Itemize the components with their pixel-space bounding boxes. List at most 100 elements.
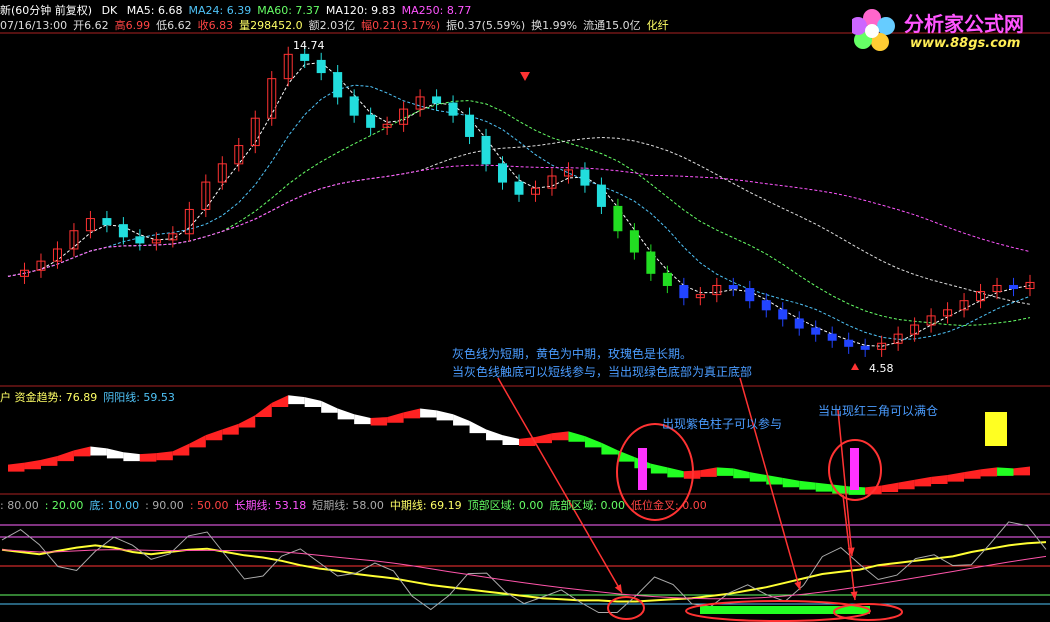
candle-body-30 [498,163,508,183]
quote-field-3: 低6.62 [156,19,192,32]
trend-segment-59 [980,467,998,477]
logo-name: 分析家公式网 [904,12,1024,36]
annotation-note-1: 灰色线为短期，黄色为中期，玫瑰色是长期。 [452,347,693,361]
trend-segment-47 [782,477,800,488]
candle-body-8 [135,236,145,244]
candle-body-61 [1009,284,1019,290]
trend-segment-13 [222,423,239,435]
fund-trend-field-1: 阴阳线: 59.53 [103,391,175,404]
trend-segment-11 [189,435,206,448]
trend-segment-30 [502,435,519,446]
trend-segment-58 [964,469,981,479]
trend-segment-48 [799,480,816,490]
candle-body-6 [102,218,112,226]
oscillator-field-5: 长期线: 53.18 [234,499,307,512]
trend-segment-3 [57,450,74,462]
oscillator-field-0: : 80.00 [0,499,39,512]
trend-segment-57 [947,472,965,482]
trend-segment-7 [123,452,140,462]
ma-line-3 [7,136,1031,305]
candle-body-47 [778,309,788,320]
low-price-label: 4.58 [869,362,894,375]
trend-segment-25 [420,408,437,418]
quote-field-1: 开6.62 [73,19,109,32]
short-term-line [1,521,1047,613]
ma-label-1: MA24: 6.39 [188,4,252,17]
trend-segment-9 [156,451,173,461]
annotation-note-4: 当出现红三角可以满仓 [818,404,939,418]
candle-body-51 [844,339,854,347]
candle-body-48 [794,318,804,329]
trend-segment-27 [453,414,470,426]
moving-average-lines [7,61,1031,347]
fund-trend-header: 户 资金趋势: 76.89 阴阳线: 59.53 [0,389,181,405]
candle-body-40 [662,272,672,286]
quote-field-7: 幅0.21(3.17%) [361,19,441,32]
arrow-head-icon-3 [850,591,858,600]
trend-segment-43 [716,467,734,476]
candle-body-49 [811,327,821,335]
candle-body-29 [481,135,491,165]
candle-body-45 [745,288,755,302]
candle-body-20 [333,72,343,98]
candle-body-39 [646,251,656,274]
trend-segment-20 [337,408,355,420]
candle-body-18 [300,53,310,61]
trend-segment-5 [90,446,107,456]
oscillator-field-10: 低位金叉: 0.00 [631,499,707,512]
chart-title: 新(60分钟 前复权) [0,4,93,17]
oscillator-header: : 80.00: 20.00 底: 10.00: 90.00: 50.00 长期线:… [0,497,713,513]
ma-label-4: MA250: 8.77 [401,4,472,17]
trend-segment-6 [106,448,124,459]
quote-field-2: 高6.99 [114,19,151,32]
header-ma-row: 新(60分钟 前复权) DK MA5: 6.68 MA24: 6.39 MA60: … [0,2,483,18]
oscillator-field-7: 中期线: 69.19 [389,499,462,512]
trend-segment-53 [881,482,899,493]
trend-segment-42 [700,467,717,477]
arrow-line-2 [837,409,853,557]
highlight-ellipse-1 [607,596,645,620]
candle-body-27 [448,102,458,116]
ma-line-2 [7,100,1031,327]
candle-body-31 [514,181,524,195]
logo-url: www.88gs.com [910,36,1021,51]
oscillator-lines [0,521,1050,614]
candle-body-7 [118,224,128,238]
quote-field-6: 额2.03亿 [308,19,356,32]
trend-segment-16 [271,395,289,408]
ma-label-0: MA5: 6.68 [126,4,183,17]
trend-segment-36 [601,442,618,455]
down-triangle-icon [520,72,530,81]
candle-body-36 [596,184,606,207]
trend-segment-60 [997,467,1014,476]
candle-body-50 [827,333,837,341]
candlesticks [19,46,1035,370]
trend-segment-29 [486,429,503,441]
candle-body-19 [316,59,326,74]
trend-segment-24 [403,408,421,419]
mid-term-line [1,541,1047,603]
trend-yellow-block [985,412,1007,446]
oscillator-field-9: 底部区域: 0.00 [549,499,626,512]
trend-segment-55 [914,476,932,487]
trend-segment-34 [568,431,585,442]
oscillator-field-1: : 20.00 [44,499,84,512]
candle-body-41 [679,284,689,299]
ma-label-3: MA120: 9.83 [325,4,396,17]
oscillator-field-6: 短期线: 58.00 [312,499,384,512]
trend-segment-18 [304,397,322,408]
trend-segment-56 [931,475,948,484]
purple-bar-1 [638,448,647,490]
trend-segment-45 [749,472,767,482]
trend-segment-40 [667,467,684,478]
candle-body-44 [728,284,738,290]
quote-field-5: 量298452.0 [239,19,303,32]
oscillator-field-2: 底: 10.00 [89,499,140,512]
trend-segment-0 [8,462,25,472]
high-price-label: 14.74 [293,39,325,52]
ma-line-1 [7,84,1031,340]
candle-body-26 [432,96,442,104]
trend-segment-14 [238,415,256,428]
trend-segment-33 [551,431,569,441]
trend-segment-2 [40,456,58,466]
